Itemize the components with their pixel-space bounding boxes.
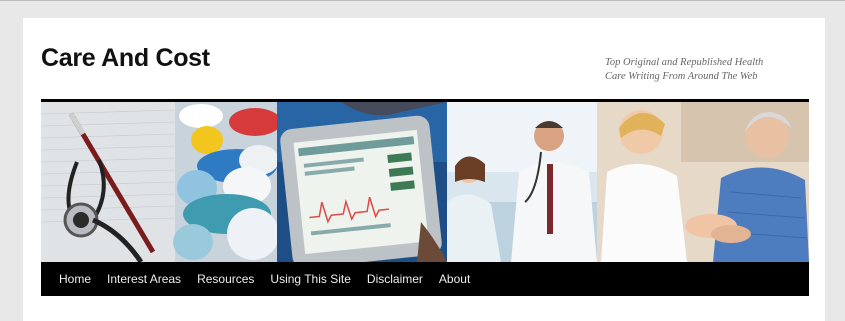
nav-using-this-site[interactable]: Using This Site xyxy=(262,272,358,286)
nav-disclaimer[interactable]: Disclaimer xyxy=(359,272,431,286)
site-tagline: Top Original and Republished Health Care… xyxy=(605,56,795,84)
tagline-line-2: Care Writing From Around The Web xyxy=(605,71,758,82)
nurse-elderly-patient-photo xyxy=(597,102,809,262)
nav-interest-areas[interactable]: Interest Areas xyxy=(99,272,189,286)
header-banner-image xyxy=(41,102,809,262)
site-title[interactable]: Care And Cost xyxy=(41,44,210,73)
tagline-line-1: Top Original and Republished Health xyxy=(605,57,764,68)
pills-photo xyxy=(173,102,281,262)
stethoscope-photo xyxy=(41,102,176,262)
nav-home[interactable]: Home xyxy=(51,272,99,286)
doctor-child-photo xyxy=(447,102,597,262)
main-navigation: Home Interest Areas Resources Using This… xyxy=(41,262,809,296)
medical-tablet-photo xyxy=(277,102,447,262)
nav-about[interactable]: About xyxy=(431,272,478,286)
window-top-border xyxy=(0,0,845,1)
nav-resources[interactable]: Resources xyxy=(189,272,262,286)
page-container: Care And Cost Top Original and Republish… xyxy=(23,18,825,321)
